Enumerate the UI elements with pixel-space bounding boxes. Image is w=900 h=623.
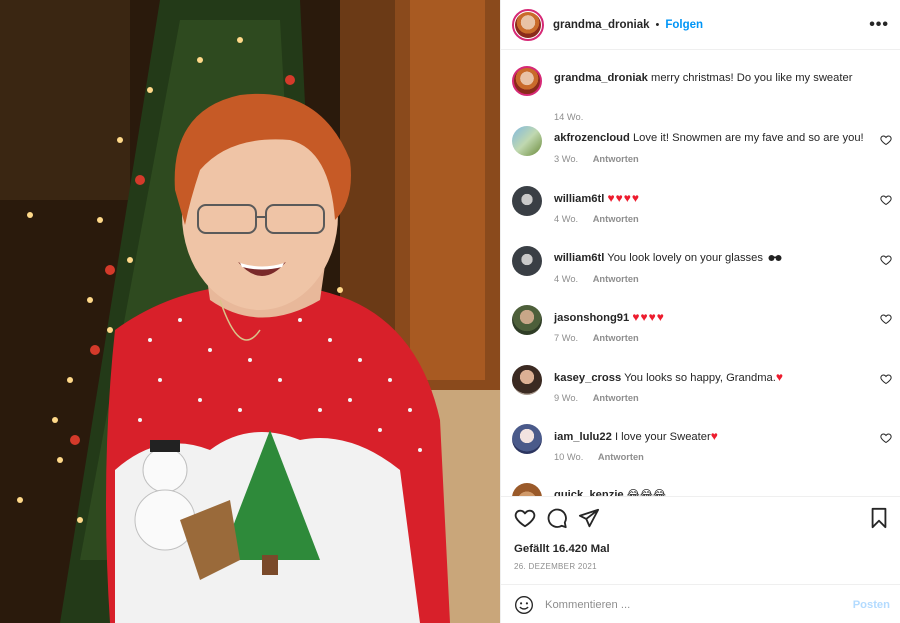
post-photo[interactable] (0, 0, 500, 623)
like-comment-heart-icon[interactable] (880, 313, 892, 325)
comment-meta: 3 Wo. Antworten (554, 154, 639, 164)
reply-button[interactable]: Antworten (593, 154, 639, 164)
like-count[interactable]: Gefällt 16.420 Mal (514, 543, 610, 555)
post-actions: Gefällt 16.420 Mal 26. DEZEMBER 2021 (501, 496, 900, 584)
comment-input[interactable] (545, 594, 835, 616)
emoji-smiley-icon[interactable] (514, 595, 534, 615)
comment-username[interactable]: kasey_cross (554, 372, 621, 384)
save-bookmark-icon[interactable] (868, 507, 890, 529)
comment-time: 4 Wo. (554, 274, 579, 284)
comment-body: akfrozencloud Love it! Snowmen are my fa… (554, 131, 874, 146)
post-date: 26. DEZEMBER 2021 (514, 562, 597, 571)
comment-text: You looks so happy, Grandma. (624, 372, 776, 384)
like-heart-icon[interactable] (514, 507, 536, 529)
commenter-avatar[interactable] (512, 424, 542, 454)
comment-body: william6tl ♥♥♥♥ (554, 191, 874, 207)
comment-meta: 4 Wo. Antworten (554, 274, 639, 284)
comment-text: 😂😂😂 (626, 489, 666, 496)
comment-meta: 7 Wo. Antworten (554, 333, 639, 343)
follow-button[interactable]: Folgen (665, 19, 703, 31)
like-comment-heart-icon[interactable] (880, 134, 892, 146)
comment-username[interactable]: william6tl (554, 193, 604, 205)
comment-meta: 4 Wo. Antworten (554, 214, 639, 224)
glasses-emoji-icon (768, 255, 782, 261)
comment-username[interactable]: quick_kenzie (554, 489, 624, 496)
reply-button[interactable]: Antworten (593, 393, 639, 403)
red-heart-emoji: ♥ (710, 429, 719, 443)
comment-meta: 9 Wo. Antworten (554, 393, 639, 403)
reply-button[interactable]: Antworten (598, 452, 644, 462)
comment-username[interactable]: akfrozencloud (554, 132, 630, 144)
comment-username[interactable]: william6tl (554, 252, 604, 264)
comment-body: iam_lulu22 I love your Sweater♥ (554, 429, 874, 445)
commenter-avatar[interactable] (512, 305, 542, 335)
commenter-avatar[interactable] (512, 66, 542, 96)
comment-body: grandma_droniak merry christmas! Do you … (554, 71, 874, 86)
comment-text: I love your Sweater (614, 431, 711, 443)
comment-username[interactable]: iam_lulu22 (554, 431, 612, 443)
like-comment-heart-icon[interactable] (880, 254, 892, 266)
commenter-avatar[interactable] (512, 365, 542, 395)
post-comment-button[interactable]: Posten (853, 599, 890, 611)
comment-body: kasey_cross You looks so happy, Grandma.… (554, 370, 874, 386)
post-header: grandma_droniak • Folgen ••• (501, 0, 900, 50)
red-heart-emoji: ♥ (775, 370, 784, 384)
photo-illustration (0, 0, 500, 623)
comments-list[interactable]: grandma_droniak merry christmas! Do you … (501, 50, 900, 496)
like-comment-heart-icon[interactable] (880, 373, 892, 385)
red-hearts-emoji: ♥♥♥♥ (632, 310, 665, 324)
comment-text: merry christmas! Do you like my sweater (651, 72, 853, 84)
commenter-avatar[interactable] (512, 126, 542, 156)
header-separator: • (655, 18, 660, 31)
comment-time: 9 Wo. (554, 393, 579, 403)
comment-body: jasonshong91 ♥♥♥♥ (554, 310, 874, 326)
share-paper-plane-icon[interactable] (578, 507, 600, 529)
comment-username[interactable]: grandma_droniak (554, 72, 648, 84)
like-comment-heart-icon[interactable] (880, 194, 892, 206)
commenter-avatar[interactable] (512, 483, 542, 496)
comment-time: 3 Wo. (554, 154, 579, 164)
more-options-icon[interactable]: ••• (869, 16, 889, 34)
comment-time: 14 Wo. (554, 112, 584, 122)
comment-body: william6tl You look lovely on your glass… (554, 251, 874, 266)
comment-bubble-icon[interactable] (546, 507, 568, 529)
post-side-panel: grandma_droniak • Folgen ••• grandma_dro… (500, 0, 900, 623)
comment-time: 10 Wo. (554, 452, 584, 462)
comment-username[interactable]: jasonshong91 (554, 312, 629, 324)
author-avatar[interactable] (512, 8, 544, 41)
reply-button[interactable]: Antworten (593, 333, 639, 343)
comment-body: quick_kenzie 😂😂😂 (554, 488, 874, 496)
reply-button[interactable]: Antworten (593, 274, 639, 284)
author-username[interactable]: grandma_droniak (553, 19, 650, 31)
like-comment-heart-icon[interactable] (880, 432, 892, 444)
reply-button[interactable]: Antworten (593, 214, 639, 224)
comment-time: 7 Wo. (554, 333, 579, 343)
comment-text: You look lovely on your glasses (607, 252, 763, 264)
comment-time: 4 Wo. (554, 214, 579, 224)
comment-meta: 10 Wo. Antworten (554, 452, 644, 462)
red-hearts-emoji: ♥♥♥♥ (607, 191, 640, 205)
comment-composer: Posten (501, 584, 900, 623)
comment-meta: 14 Wo. (554, 112, 583, 122)
commenter-avatar[interactable] (512, 246, 542, 276)
commenter-avatar[interactable] (512, 186, 542, 216)
comment-text: Love it! Snowmen are my fave and so are … (632, 132, 864, 144)
